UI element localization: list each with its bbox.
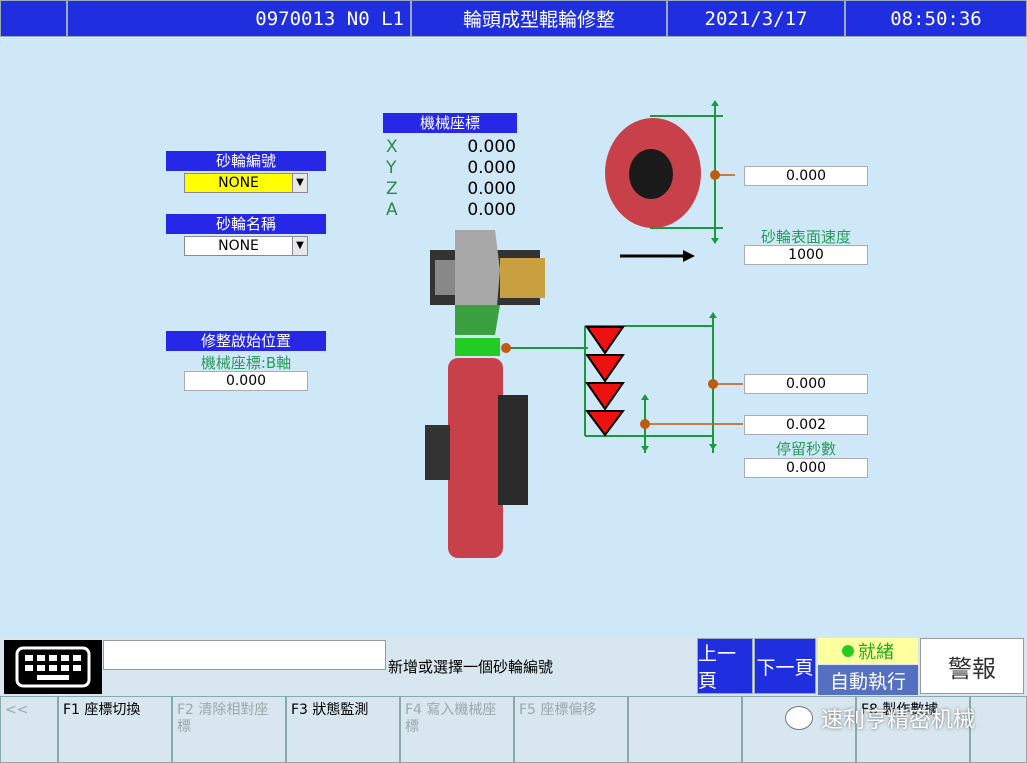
function-key-1[interactable]: F1 座標切換 [58, 696, 172, 763]
coord-axis-value: 0.000 [467, 200, 516, 220]
wheel-hole [629, 149, 673, 199]
wheel-name-value: NONE [218, 238, 259, 254]
step-triangles [585, 326, 625, 437]
chat-icon [785, 706, 813, 730]
coord-axis-label: X [386, 137, 398, 157]
spindle-collar [500, 258, 545, 298]
roller-green-edge [455, 305, 500, 335]
wheel-speed-diagram [605, 100, 735, 262]
page-title: 輪頭成型輥輪修整 [411, 0, 667, 37]
coord-axis-value: 0.000 [467, 158, 516, 178]
date-display: 2021/3/17 [667, 0, 845, 37]
arrow-right-icon [683, 250, 695, 262]
coord-axis-label: A [386, 200, 398, 220]
function-key-3[interactable]: F3 狀態監測 [286, 696, 400, 763]
command-input[interactable] [103, 640, 386, 670]
header-corner [0, 0, 67, 37]
wheel-number-label: 砂輪編號 [166, 151, 326, 171]
function-key-5[interactable]: F5 座標偏移 [514, 696, 628, 763]
ready-dot-icon [842, 645, 854, 657]
next-page-button[interactable]: 下一頁 [754, 638, 816, 694]
wheel-assembly-illustration [425, 230, 545, 558]
keyboard-button[interactable] [4, 640, 102, 694]
watermark: 速利亨精密机械 [785, 700, 1015, 736]
surface-speed-label: 砂輪表面速度 [760, 228, 851, 246]
time-display: 08:50:36 [845, 0, 1027, 37]
program-number: 0970013 N0 L1 [67, 0, 411, 37]
dress-depth-input[interactable]: 0.000 [744, 374, 868, 394]
wheel-number-select[interactable]: NONE ▼ [184, 173, 308, 193]
ready-indicator: 就緒 [818, 638, 918, 664]
wheel-flange [425, 425, 450, 480]
dressing-strip [455, 338, 500, 356]
coord-axis-label: Y [386, 158, 397, 178]
ready-label: 就緒 [858, 642, 894, 663]
dress-start-input[interactable]: 0.000 [184, 371, 308, 391]
coord-axis-label: Z [386, 179, 398, 199]
coord-axis-value: 0.000 [467, 137, 516, 157]
wheel-name-select[interactable]: NONE ▼ [184, 236, 308, 256]
chevron-down-icon[interactable]: ▼ [292, 237, 307, 255]
dwell-label: 停留秒數 [775, 440, 836, 458]
keyboard-icon [15, 646, 91, 688]
prev-page-button[interactable]: 上一頁 [697, 638, 753, 694]
mech-coord-title: 機械座標 [383, 113, 517, 133]
dress-step-input[interactable]: 0.002 [744, 415, 868, 435]
auto-run-indicator: 自動執行 [818, 665, 918, 695]
wheel-name-label: 砂輪名稱 [166, 214, 326, 234]
function-key-2[interactable]: F2 清除相對座標 [172, 696, 286, 763]
start-marker-line [501, 343, 588, 353]
dwell-input[interactable]: 0.000 [744, 458, 868, 478]
dress-depth-diagram [584, 312, 743, 453]
status-message: 新增或選擇一個砂輪編號 [388, 658, 554, 676]
function-key-6[interactable] [628, 696, 742, 763]
function-key-0[interactable]: << [0, 696, 58, 763]
dress-start-label: 修整啟始位置 [166, 331, 326, 351]
wheel-number-value: NONE [218, 175, 259, 191]
alarm-button[interactable]: 警報 [920, 638, 1024, 694]
dress-start-sublabel: 機械座標:B軸 [200, 354, 292, 372]
function-key-4[interactable]: F4 寫入機械座標 [400, 696, 514, 763]
surface-speed-input[interactable]: 1000 [744, 245, 868, 265]
grinding-wheel [448, 358, 503, 558]
coord-axis-value: 0.000 [467, 179, 516, 199]
wheel-hub [498, 395, 528, 505]
top-value-input[interactable]: 0.000 [744, 166, 868, 186]
chevron-down-icon[interactable]: ▼ [292, 174, 307, 192]
